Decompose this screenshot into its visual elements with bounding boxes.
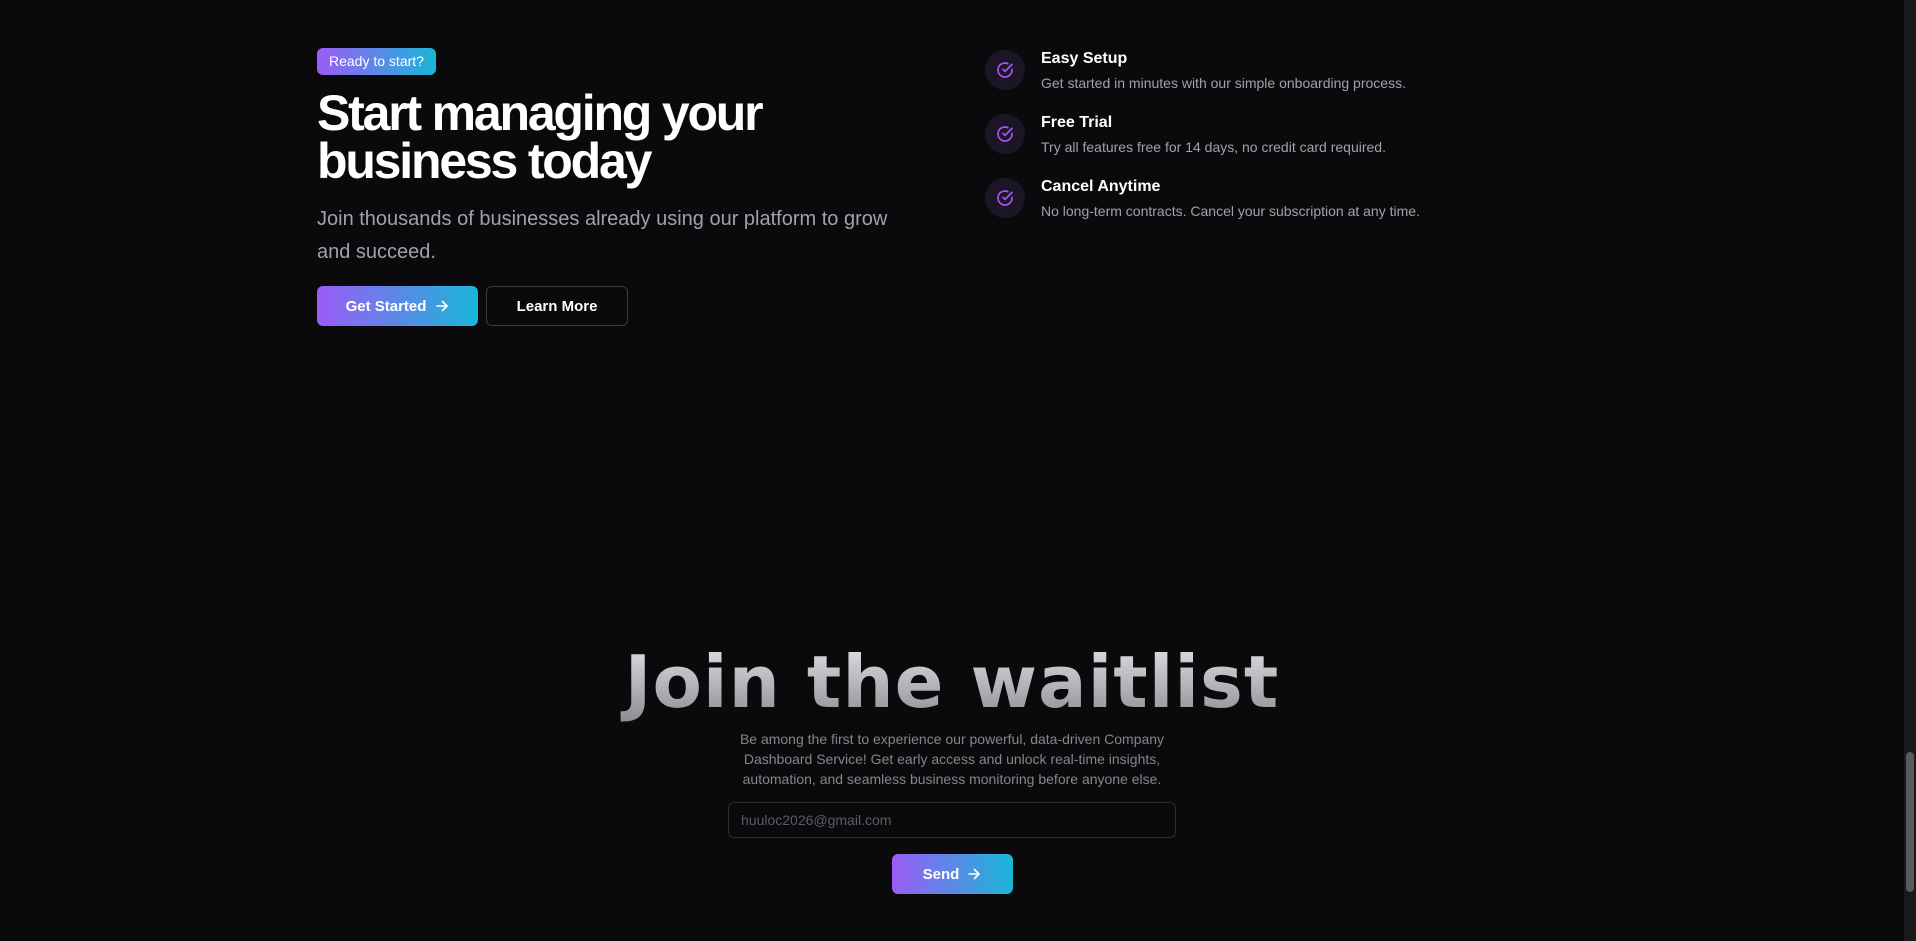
feature-description: No long-term contracts. Cancel your subs… — [1041, 203, 1420, 219]
cta-buttons: Get Started Learn More — [317, 286, 937, 326]
get-started-button[interactable]: Get Started — [317, 286, 478, 326]
scrollbar-thumb[interactable] — [1906, 752, 1914, 892]
cta-title: Start managing your business today — [317, 88, 937, 186]
cta-title-line2: business today — [317, 133, 652, 189]
feature-description: Try all features free for 14 days, no cr… — [1041, 139, 1386, 155]
get-started-label: Get Started — [345, 297, 427, 315]
page: Ready to start? Start managing your busi… — [0, 0, 1916, 941]
email-input[interactable] — [728, 802, 1176, 838]
arrow-right-icon — [435, 299, 449, 313]
waitlist-section: Join the waitlist Be among the first to … — [0, 640, 1904, 894]
arrow-right-icon — [967, 867, 981, 881]
send-button[interactable]: Send — [891, 854, 1013, 894]
feature-title: Free Trial — [1041, 114, 1113, 131]
check-circle-icon — [985, 114, 1025, 154]
check-circle-icon — [985, 50, 1025, 90]
feature-item: Cancel Anytime No long-term contracts. C… — [985, 178, 1505, 242]
feature-item: Free Trial Try all features free for 14 … — [985, 114, 1505, 178]
send-label: Send — [922, 865, 960, 883]
ready-badge: Ready to start? — [317, 48, 436, 75]
feature-text: Easy Setup Get started in minutes with o… — [1041, 49, 1406, 92]
check-circle-icon — [985, 178, 1025, 218]
feature-description: Get started in minutes with our simple o… — [1041, 75, 1406, 91]
waitlist-title: Join the waitlist — [0, 640, 1904, 724]
feature-text: Cancel Anytime No long-term contracts. C… — [1041, 177, 1420, 220]
cta-section: Ready to start? Start managing your busi… — [317, 48, 937, 326]
feature-text: Free Trial Try all features free for 14 … — [1041, 113, 1386, 156]
learn-more-button[interactable]: Learn More — [486, 286, 628, 326]
feature-title: Cancel Anytime — [1041, 178, 1161, 195]
feature-item: Easy Setup Get started in minutes with o… — [985, 50, 1505, 114]
feature-title: Easy Setup — [1041, 50, 1128, 67]
feature-list: Easy Setup Get started in minutes with o… — [985, 50, 1505, 242]
scrollbar[interactable] — [1904, 0, 1916, 941]
waitlist-description: Be among the first to experience our pow… — [739, 731, 1165, 787]
cta-subtitle: Join thousands of businesses already usi… — [317, 208, 888, 263]
learn-more-label: Learn More — [516, 297, 598, 315]
